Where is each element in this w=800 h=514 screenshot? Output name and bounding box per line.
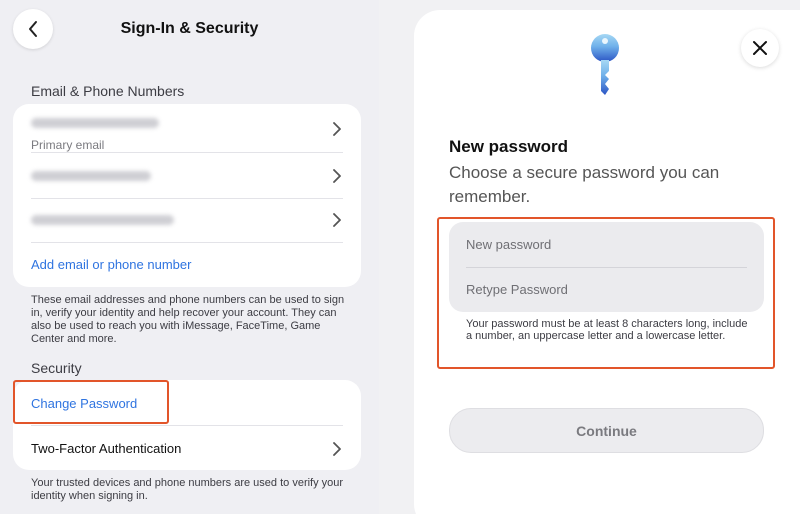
- security-section-header: Security: [31, 360, 82, 376]
- continue-button[interactable]: Continue: [449, 408, 764, 453]
- sign-in-security-panel: Sign-In & Security Email & Phone Numbers…: [0, 0, 379, 514]
- two-factor-authentication-item[interactable]: Two-Factor Authentication: [31, 440, 343, 458]
- redacted-email: [31, 215, 174, 225]
- page-title: Sign-In & Security: [120, 20, 259, 37]
- change-password-button[interactable]: Change Password: [31, 396, 343, 411]
- password-field-group: [449, 222, 764, 312]
- chevron-right-icon: [333, 442, 341, 456]
- list-item-primary-email[interactable]: Primary email: [31, 114, 343, 154]
- email-phone-card: Primary email Add email or phone number: [13, 104, 361, 287]
- email-section-header: Email & Phone Numbers: [31, 83, 185, 99]
- close-icon: [753, 41, 767, 55]
- add-email-or-phone-link[interactable]: Add email or phone number: [31, 257, 343, 272]
- new-password-subtitle: Choose a secure password you can remembe…: [449, 163, 720, 206]
- email-footnote: These email addresses and phone numbers …: [31, 294, 345, 345]
- redacted-phone: [31, 171, 151, 181]
- close-button[interactable]: [741, 29, 779, 67]
- two-factor-label: Two-Factor Authentication: [31, 441, 182, 456]
- security-card: Change Password Two-Factor Authenticatio…: [13, 380, 361, 470]
- divider: [31, 425, 343, 426]
- divider: [31, 198, 343, 199]
- key-icon: [591, 34, 619, 95]
- divider: [31, 242, 343, 243]
- new-password-input[interactable]: [449, 222, 764, 267]
- new-password-title: New password: [449, 137, 569, 156]
- redacted-email: [31, 118, 159, 128]
- list-item-phone[interactable]: [31, 166, 343, 186]
- chevron-right-icon: [333, 122, 341, 136]
- retype-password-input[interactable]: [449, 267, 764, 312]
- divider: [31, 152, 343, 153]
- chevron-right-icon: [333, 213, 341, 227]
- chevron-right-icon: [333, 169, 341, 183]
- security-footnote: Your trusted devices and phone numbers a…: [31, 477, 344, 502]
- list-item-email-2[interactable]: [31, 210, 343, 230]
- password-requirements-hint: Your password must be at least 8 charact…: [466, 318, 748, 342]
- primary-email-caption: Primary email: [31, 138, 105, 152]
